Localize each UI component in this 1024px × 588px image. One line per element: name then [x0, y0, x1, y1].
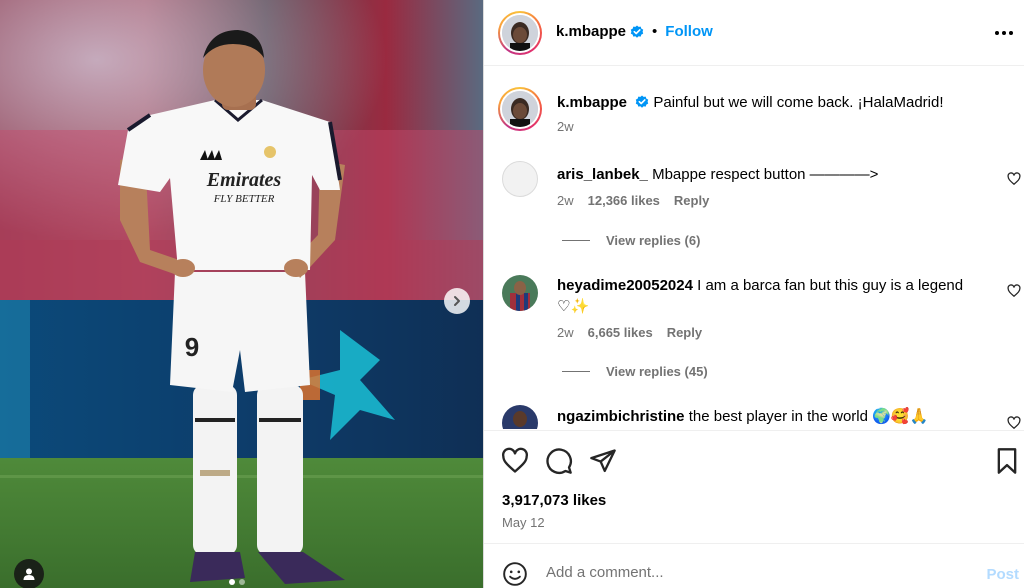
- shorts-number: 9: [185, 332, 199, 362]
- more-options-icon[interactable]: [991, 22, 1017, 44]
- header-separator: •: [652, 23, 658, 40]
- view-replies-label: View replies (6): [606, 233, 701, 248]
- jersey-sponsor-text: Emirates: [206, 169, 282, 191]
- next-photo-button[interactable]: [444, 288, 470, 314]
- comment-username[interactable]: aris_lanbek_: [557, 166, 648, 183]
- post-comment-button[interactable]: Post: [986, 566, 1019, 583]
- comment-username[interactable]: heyadime20052024: [557, 277, 693, 294]
- comment-like-heart-icon[interactable]: [1007, 284, 1021, 298]
- likes-count[interactable]: 3,917,073 likes: [502, 492, 606, 509]
- caption: k.mbappe Painful but we will come back. …: [557, 93, 1007, 134]
- save-bookmark-icon[interactable]: [993, 447, 1021, 475]
- comment-time: 2w: [557, 325, 574, 340]
- carousel-dot: [239, 579, 245, 585]
- comment-text: Mbappe respect button ————>: [652, 166, 879, 183]
- follow-button[interactable]: Follow: [665, 23, 713, 40]
- caption-text: Painful but we will come back. ¡HalaMadr…: [653, 94, 944, 111]
- author-username[interactable]: k.mbappe: [556, 23, 626, 40]
- view-replies-button[interactable]: View replies (6): [562, 233, 700, 248]
- verified-badge-icon: [636, 95, 649, 108]
- author-avatar[interactable]: [498, 11, 542, 55]
- comment-avatar[interactable]: [502, 161, 538, 197]
- add-comment-bar: Post: [484, 543, 1024, 588]
- caption-time: 2w: [557, 119, 574, 134]
- view-replies-button[interactable]: View replies (45): [562, 364, 708, 379]
- caption-avatar-image: [502, 91, 538, 127]
- reply-button[interactable]: Reply: [667, 325, 702, 340]
- comment-like-heart-icon[interactable]: [1007, 172, 1021, 186]
- author-avatar-image: [502, 15, 538, 51]
- comment-icon[interactable]: [545, 447, 573, 475]
- share-icon[interactable]: [589, 447, 617, 475]
- comment-item: ngazimbichristine the best player in the…: [557, 407, 987, 427]
- comment-avatar-image: [502, 405, 538, 429]
- header-user-row: k.mbappe • Follow: [556, 23, 713, 40]
- comment-input[interactable]: [546, 560, 946, 584]
- verified-badge-icon: [630, 25, 644, 38]
- comments-list[interactable]: k.mbappe Painful but we will come back. …: [484, 67, 1024, 429]
- comment-text: I am a barca fan but this guy is a legen…: [697, 277, 964, 294]
- comment-text-line2: ♡✨: [557, 298, 590, 315]
- like-heart-icon[interactable]: [501, 447, 529, 475]
- carousel-indicator: [229, 579, 245, 585]
- emoji-icon[interactable]: [502, 561, 528, 587]
- post-details-panel: k.mbappe • Follow k.mbappe Painful but w…: [483, 0, 1024, 588]
- post-photo: Emirates FLY BETTER 9: [0, 0, 483, 588]
- post-media[interactable]: Emirates FLY BETTER 9: [0, 0, 483, 588]
- comment-item: aris_lanbek_ Mbappe respect button ————>…: [557, 165, 987, 208]
- comment-likes[interactable]: 12,366 likes: [588, 193, 660, 208]
- comment-time: 2w: [557, 193, 574, 208]
- jersey-sponsor-tagline: FLY BETTER: [213, 193, 275, 205]
- comment-text: the best player in the world 🌍🥰🙏: [688, 408, 929, 425]
- user-icon: [23, 568, 35, 580]
- caption-username[interactable]: k.mbappe: [557, 94, 627, 111]
- comment-avatar[interactable]: [502, 405, 538, 429]
- post-header: k.mbappe • Follow: [484, 0, 1024, 66]
- comment-like-heart-icon[interactable]: [1007, 416, 1021, 429]
- comment-username[interactable]: ngazimbichristine: [557, 408, 685, 425]
- post-actions: 3,917,073 likes May 12: [484, 430, 1024, 542]
- chevron-right-icon: [454, 296, 460, 306]
- comment-item: heyadime20052024 I am a barca fan but th…: [557, 276, 987, 340]
- caption-author-avatar[interactable]: [498, 87, 542, 131]
- view-replies-label: View replies (45): [606, 364, 708, 379]
- comment-avatar-image: [502, 275, 538, 311]
- tagged-users-button[interactable]: [14, 559, 44, 588]
- reply-button[interactable]: Reply: [674, 193, 709, 208]
- comment-likes[interactable]: 6,665 likes: [588, 325, 653, 340]
- post-date: May 12: [502, 515, 545, 530]
- carousel-dot-active: [229, 579, 235, 585]
- comment-avatar[interactable]: [502, 275, 538, 311]
